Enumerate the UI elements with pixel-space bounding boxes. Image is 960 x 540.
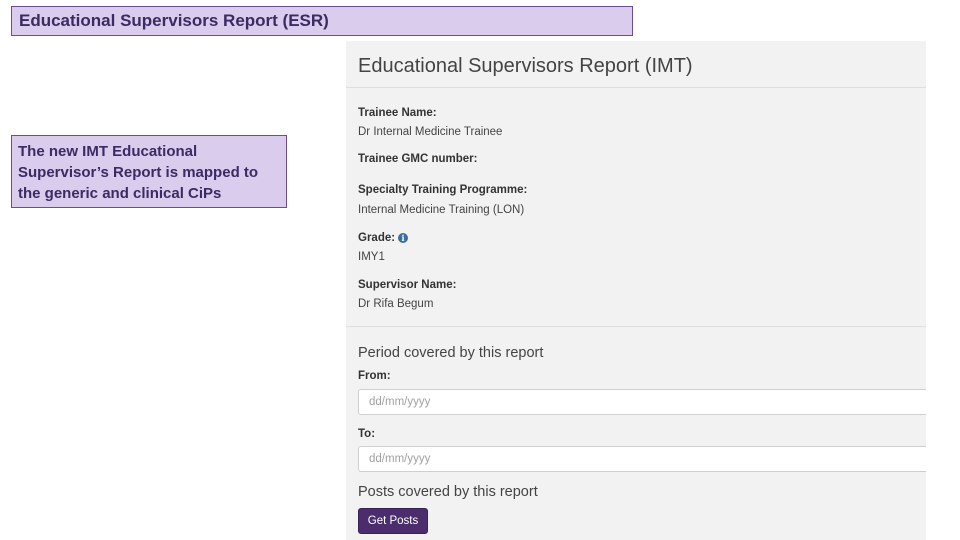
gmc-number-label: Trainee GMC number: — [358, 153, 478, 165]
info-icon[interactable]: i — [398, 232, 409, 243]
grade-value: IMY1 — [358, 251, 385, 263]
posts-heading: Posts covered by this report — [358, 484, 538, 500]
from-label: From: — [358, 370, 391, 382]
form-title: Educational Supervisors Report (IMT) — [358, 55, 693, 77]
programme-label: Specialty Training Programme: — [358, 184, 528, 196]
esr-form-panel: Educational Supervisors Report (IMT) Tra… — [346, 41, 926, 540]
trainee-name-value: Dr Internal Medicine Trainee — [358, 126, 503, 138]
period-heading: Period covered by this report — [358, 345, 544, 361]
get-posts-button[interactable]: Get Posts — [358, 508, 428, 534]
grade-label: Grade: — [358, 232, 396, 244]
supervisor-label: Supervisor Name: — [358, 279, 457, 291]
slide-note: The new IMT Educational Supervisor’s Rep… — [11, 135, 287, 208]
to-date-input[interactable] — [358, 446, 926, 472]
divider — [346, 87, 926, 88]
trainee-name-label: Trainee Name: — [358, 107, 437, 119]
to-label: To: — [358, 428, 376, 440]
from-date-input[interactable] — [358, 389, 926, 415]
supervisor-value: Dr Rifa Begum — [358, 298, 434, 310]
slide-title: Educational Supervisors Report (ESR) — [11, 6, 633, 36]
divider — [346, 326, 926, 327]
programme-value: Internal Medicine Training (LON) — [358, 204, 525, 216]
grade-label-row: Grade: i — [358, 232, 409, 244]
